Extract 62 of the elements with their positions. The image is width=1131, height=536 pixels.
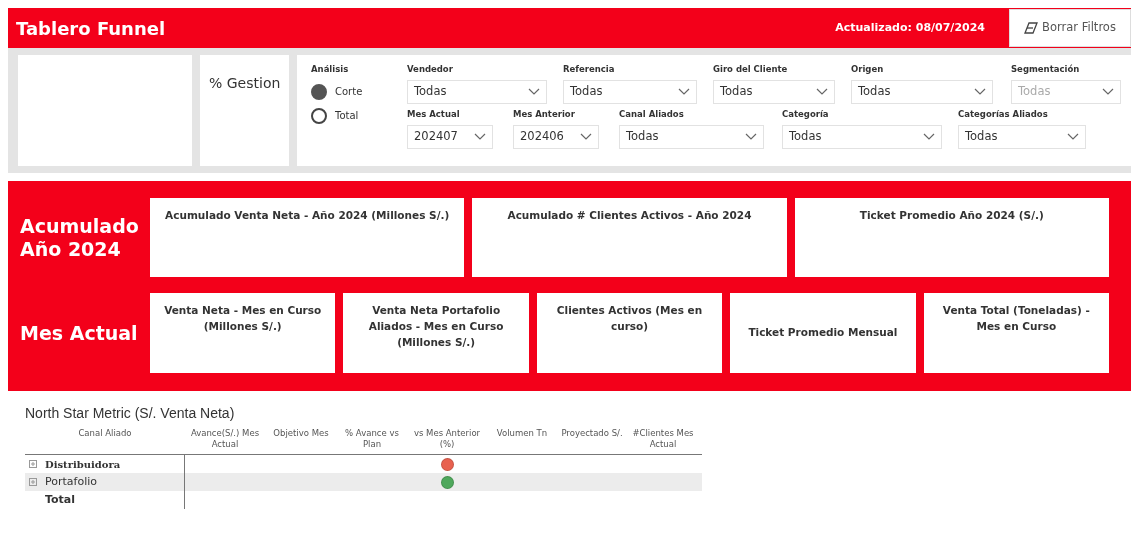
dropdown-field[interactable]: Todas xyxy=(563,79,697,104)
chevron-down-icon xyxy=(580,133,592,140)
updated-date: Actualizado: 08/07/2024 xyxy=(835,19,985,36)
filter-label: Giro del Cliente xyxy=(713,63,789,76)
column-header: Objetivo Mes xyxy=(272,428,330,440)
filter-label: Categorías Aliados xyxy=(958,107,1049,121)
chevron-down-icon xyxy=(1067,133,1079,140)
kpi-card: Ticket Promedio Año 2024 (S/.) xyxy=(794,198,1109,277)
filter-label: Referencia xyxy=(563,63,616,76)
dropdown-field[interactable]: Todas xyxy=(407,79,547,104)
filter-label: Mes Actual xyxy=(407,107,461,121)
dropdown-field[interactable]: 202406 xyxy=(513,124,599,149)
filter-label: Origen xyxy=(851,63,885,76)
chevron-down-icon xyxy=(474,133,486,140)
dropdown-field[interactable]: Todas xyxy=(713,79,835,104)
column-header: % Avance vs Plan xyxy=(344,428,400,451)
kpi-card: Venta Neta Portafolio Aliados - Mes en Curso (Millones S/.) xyxy=(343,293,529,373)
expand-icon[interactable] xyxy=(29,460,37,469)
row-label: Portafolio xyxy=(45,473,97,490)
column-header: Avance(S/.) Mes Actual xyxy=(189,428,261,451)
gestion-label: % Gestion xyxy=(209,75,281,91)
filter-label: Mes Anterior xyxy=(513,107,576,121)
column-header: #Clientes Mes Actual xyxy=(631,428,695,451)
table-title: North Star Metric (S/. Venta Neta) xyxy=(25,404,236,423)
kpi-card: Acumulado # Clientes Activos - Año 2024 xyxy=(472,198,787,277)
column-header: Proyectado S/. xyxy=(560,428,624,440)
chevron-down-icon xyxy=(678,88,690,96)
kpi-card: Clientes Activos (Mes en curso) xyxy=(536,293,723,373)
dropdown-field[interactable]: 202407 xyxy=(407,124,493,149)
chevron-down-icon xyxy=(745,133,757,140)
filter-label: Vendedor xyxy=(407,63,454,76)
kpi-card: Venta Neta - Mes en Curso (Millones S/.) xyxy=(150,293,336,373)
radio-option[interactable]: Corte xyxy=(311,83,407,100)
total-label: Total xyxy=(45,491,76,508)
dropdown-field[interactable]: Todas xyxy=(619,124,764,149)
kpi-card: Acumulado Venta Neta - Año 2024 (Millones S/.) xyxy=(150,198,465,277)
eraser-icon xyxy=(1024,22,1039,34)
expand-icon[interactable] xyxy=(29,478,37,487)
section-title: Acumulado Año 2024 xyxy=(20,213,140,262)
dropdown-field: Todas xyxy=(1011,79,1121,104)
chevron-down-icon xyxy=(1102,88,1114,96)
column-header: Canal Aliado xyxy=(77,428,133,440)
chevron-down-icon xyxy=(923,133,935,140)
filter-label: Segmentación xyxy=(1011,63,1081,76)
kpi-card: Venta Total (Toneladas) - Mes en Curso xyxy=(923,293,1110,373)
clear-filters-button[interactable]: Borrar Filtros xyxy=(1009,9,1131,47)
filter-label: Categoría xyxy=(782,107,830,121)
filter-label: Canal Aliados xyxy=(619,107,685,121)
chevron-down-icon xyxy=(974,88,986,96)
dropdown-field[interactable]: Todas xyxy=(782,124,942,149)
radio-option[interactable]: Total xyxy=(311,107,407,124)
dropdown-field[interactable]: Todas xyxy=(958,124,1086,149)
chevron-down-icon xyxy=(528,88,540,96)
chevron-down-icon xyxy=(816,88,828,96)
column-header: Volumen Tn xyxy=(495,428,549,440)
dashboard-title: Tablero Funnel xyxy=(16,16,167,41)
column-header: vs Mes Anterior (%) xyxy=(412,428,482,451)
dropdown-field[interactable]: Todas xyxy=(851,79,993,104)
analysis-label: Análisis xyxy=(311,63,350,76)
section-title: Mes Actual xyxy=(20,320,139,346)
kpi-card: Ticket Promedio Mensual xyxy=(730,293,916,373)
row-label: Distribuidora xyxy=(45,457,121,472)
